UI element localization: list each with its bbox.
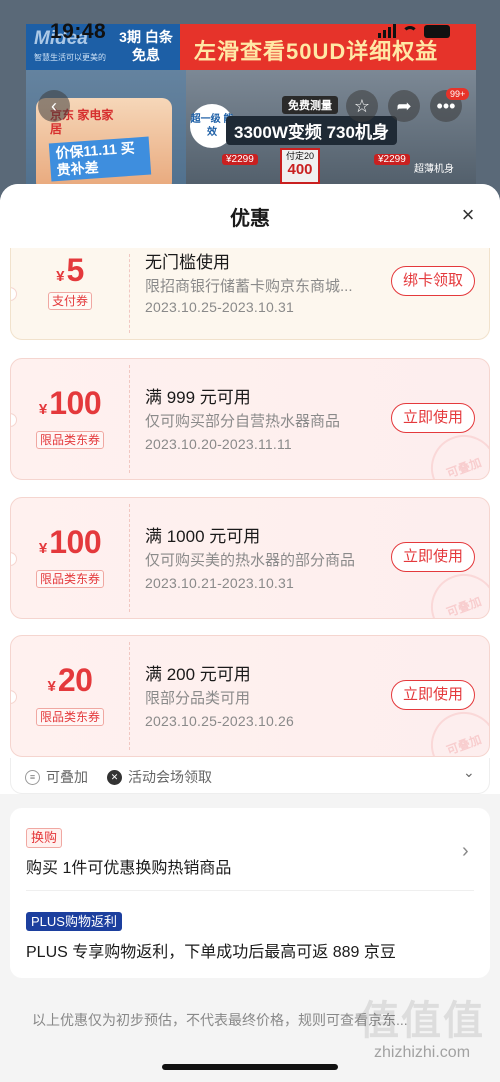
price-protect-tag: 价保11.11 买贵补差 [48, 136, 152, 182]
use-now-button[interactable]: 立即使用 [391, 542, 475, 572]
coupon-divider [129, 254, 130, 333]
coupon-condition: 无门槛使用 [145, 253, 230, 272]
message-count-badge: 99+ [446, 88, 470, 100]
presale-label: 付定20 [285, 151, 314, 161]
coupon-card: ¥5 支付券 无门槛使用 限招商银行储蓄卡购京东商城... 2023.10.25… [10, 248, 490, 340]
use-now-button[interactable]: 立即使用 [391, 403, 475, 433]
coupon-amount-column: ¥20 限品类东券 [11, 636, 129, 756]
divider [26, 890, 474, 891]
coupon-amount: ¥100 [11, 385, 129, 422]
venue-tag: ✕ 活动会场领取 [107, 767, 212, 787]
coupon-type-label: 支付券 [47, 292, 93, 310]
stackable-stamp: 可叠加 [421, 564, 489, 618]
free-measure-label: 免费测量 [282, 96, 338, 114]
plus-rebate-tag: PLUS购物返利 [26, 912, 122, 931]
coupon-type-label: 限品类东券 [35, 708, 105, 726]
currency-symbol: ¥ [56, 268, 65, 285]
coupon-tags-row[interactable]: ≡ 可叠加 ✕ 活动会场领取 ⌄ [10, 758, 490, 794]
amount-value: 5 [66, 252, 85, 288]
coupon-validity: 2023.10.21-2023.10.31 [145, 575, 294, 591]
star-icon: ☆ [353, 95, 371, 116]
home-indicator[interactable] [162, 1064, 338, 1070]
battery-icon [424, 25, 450, 38]
exchange-offer-text: 购买 1件可优惠换购热销商品 [26, 860, 232, 877]
coupon-condition: 满 999 元可用 [145, 388, 251, 407]
coupon-type-label: 限品类东券 [35, 431, 105, 449]
chevron-down-icon[interactable]: ⌄ [463, 764, 475, 781]
close-icon: × [461, 202, 475, 227]
coupon-amount-column: ¥100 限品类东券 [11, 359, 129, 479]
coupon-divider [129, 365, 130, 473]
stackable-stamp: 可叠加 [421, 702, 489, 756]
coupon-card: ¥100 限品类东券 满 999 元可用 仅可购买部分自营热水器商品 2023.… [10, 358, 490, 480]
sheet-title: 优惠 [230, 208, 270, 230]
presale-value: 400 [287, 161, 313, 178]
coupon-description: 限招商银行储蓄卡购京东商城... [145, 278, 353, 295]
extra-offers-panel: 换购 购买 1件可优惠换购热销商品 › PLUS购物返利 PLUS 专享购物返利… [10, 808, 490, 978]
currency-symbol: ¥ [38, 401, 48, 418]
chevron-right-icon: › [462, 840, 469, 862]
coupon-card: ¥100 限品类东券 满 1000 元可用 仅可购买美的热水器的部分商品 202… [10, 497, 490, 619]
coupon-amount: ¥100 [11, 524, 129, 561]
coupon-type-label: 限品类东券 [35, 570, 105, 588]
stackable-tag-label: 可叠加 [46, 769, 88, 785]
back-icon: ‹ [51, 95, 57, 116]
presale-box: 付定20 400 [280, 148, 320, 184]
watermark-logo: 值值值 [359, 999, 485, 1043]
brand-slogan: 智慧生活可以更美的 [34, 53, 106, 62]
status-bar-time: 19:48 [50, 20, 107, 43]
favorite-button[interactable]: ☆ [346, 90, 378, 122]
back-button[interactable]: ‹ [38, 90, 70, 122]
currency-symbol: ¥ [47, 678, 56, 695]
product-feature-text: 3300W变频 730机身 [226, 116, 397, 145]
coupon-validity: 2023.10.25-2023.10.26 [145, 713, 294, 729]
amount-value: 100 [49, 385, 102, 421]
coupon-description: 限部分品类可用 [145, 690, 251, 707]
amount-value: 20 [57, 662, 93, 698]
slim-body-label: 超薄机身 [414, 164, 454, 175]
stackable-tag: ≡ 可叠加 [25, 767, 88, 787]
use-now-button[interactable]: 立即使用 [391, 680, 475, 710]
venue-icon: ✕ [107, 769, 122, 785]
watermark-domain: zhizhizhi.com [373, 1044, 471, 1061]
stack-icon: ≡ [25, 769, 40, 785]
price-chip: ¥2299 [222, 154, 258, 165]
plus-rebate-text: PLUS 专享购物返利，下单成功后最高可返 889 京豆 [26, 944, 396, 961]
exchange-offer-row[interactable]: 换购 购买 1件可优惠换购热销商品 › [10, 808, 490, 890]
share-icon: ➦ [396, 95, 412, 116]
coupon-card: ¥20 限品类东券 满 200 元可用 限部分品类可用 2023.10.25-2… [10, 635, 490, 757]
status-bar-icons [378, 24, 450, 38]
coupon-amount: ¥20 [11, 662, 129, 699]
bind-card-claim-button[interactable]: 绑卡领取 [391, 266, 475, 296]
close-button[interactable]: × [456, 204, 480, 228]
venue-tag-label: 活动会场领取 [128, 769, 212, 785]
site-watermark: 值值值 zhizhizhi.com [352, 988, 492, 1062]
coupon-description: 仅可购买美的热水器的部分商品 [145, 552, 356, 569]
price-chip: ¥2299 [374, 154, 410, 165]
wifi-icon [402, 26, 418, 38]
amount-value: 100 [49, 524, 102, 560]
exchange-tag: 换购 [26, 828, 63, 848]
coupon-divider [129, 504, 130, 612]
coupon-amount-column: ¥5 支付券 [11, 248, 129, 339]
coupon-condition: 满 1000 元可用 [145, 527, 261, 546]
promo-headline: 左滑查看50UD详细权益 [194, 39, 439, 64]
coupon-validity: 2023.10.20-2023.11.11 [145, 436, 292, 452]
coupon-validity: 2023.10.25-2023.10.31 [145, 299, 294, 315]
currency-symbol: ¥ [38, 540, 48, 557]
coupon-amount: ¥5 [11, 252, 129, 289]
coupon-condition: 满 200 元可用 [145, 665, 251, 684]
installment-promo: 3期 白条免息 [119, 29, 173, 63]
share-button[interactable]: ➦ [388, 90, 420, 122]
coupon-description: 仅可购买部分自营热水器商品 [145, 413, 341, 430]
coupon-list[interactable]: ¥5 支付券 无门槛使用 限招商银行储蓄卡购京东商城... 2023.10.25… [0, 248, 500, 794]
sheet-header: 优惠 × [0, 184, 500, 248]
signal-icon [378, 24, 396, 38]
coupon-amount-column: ¥100 限品类东券 [11, 498, 129, 618]
discount-sheet: 优惠 × ¥5 支付券 无门槛使用 限招商银行储蓄卡购京东商城... 2023.… [0, 184, 500, 1082]
coupon-divider [129, 642, 130, 750]
stackable-stamp: 可叠加 [421, 425, 489, 479]
